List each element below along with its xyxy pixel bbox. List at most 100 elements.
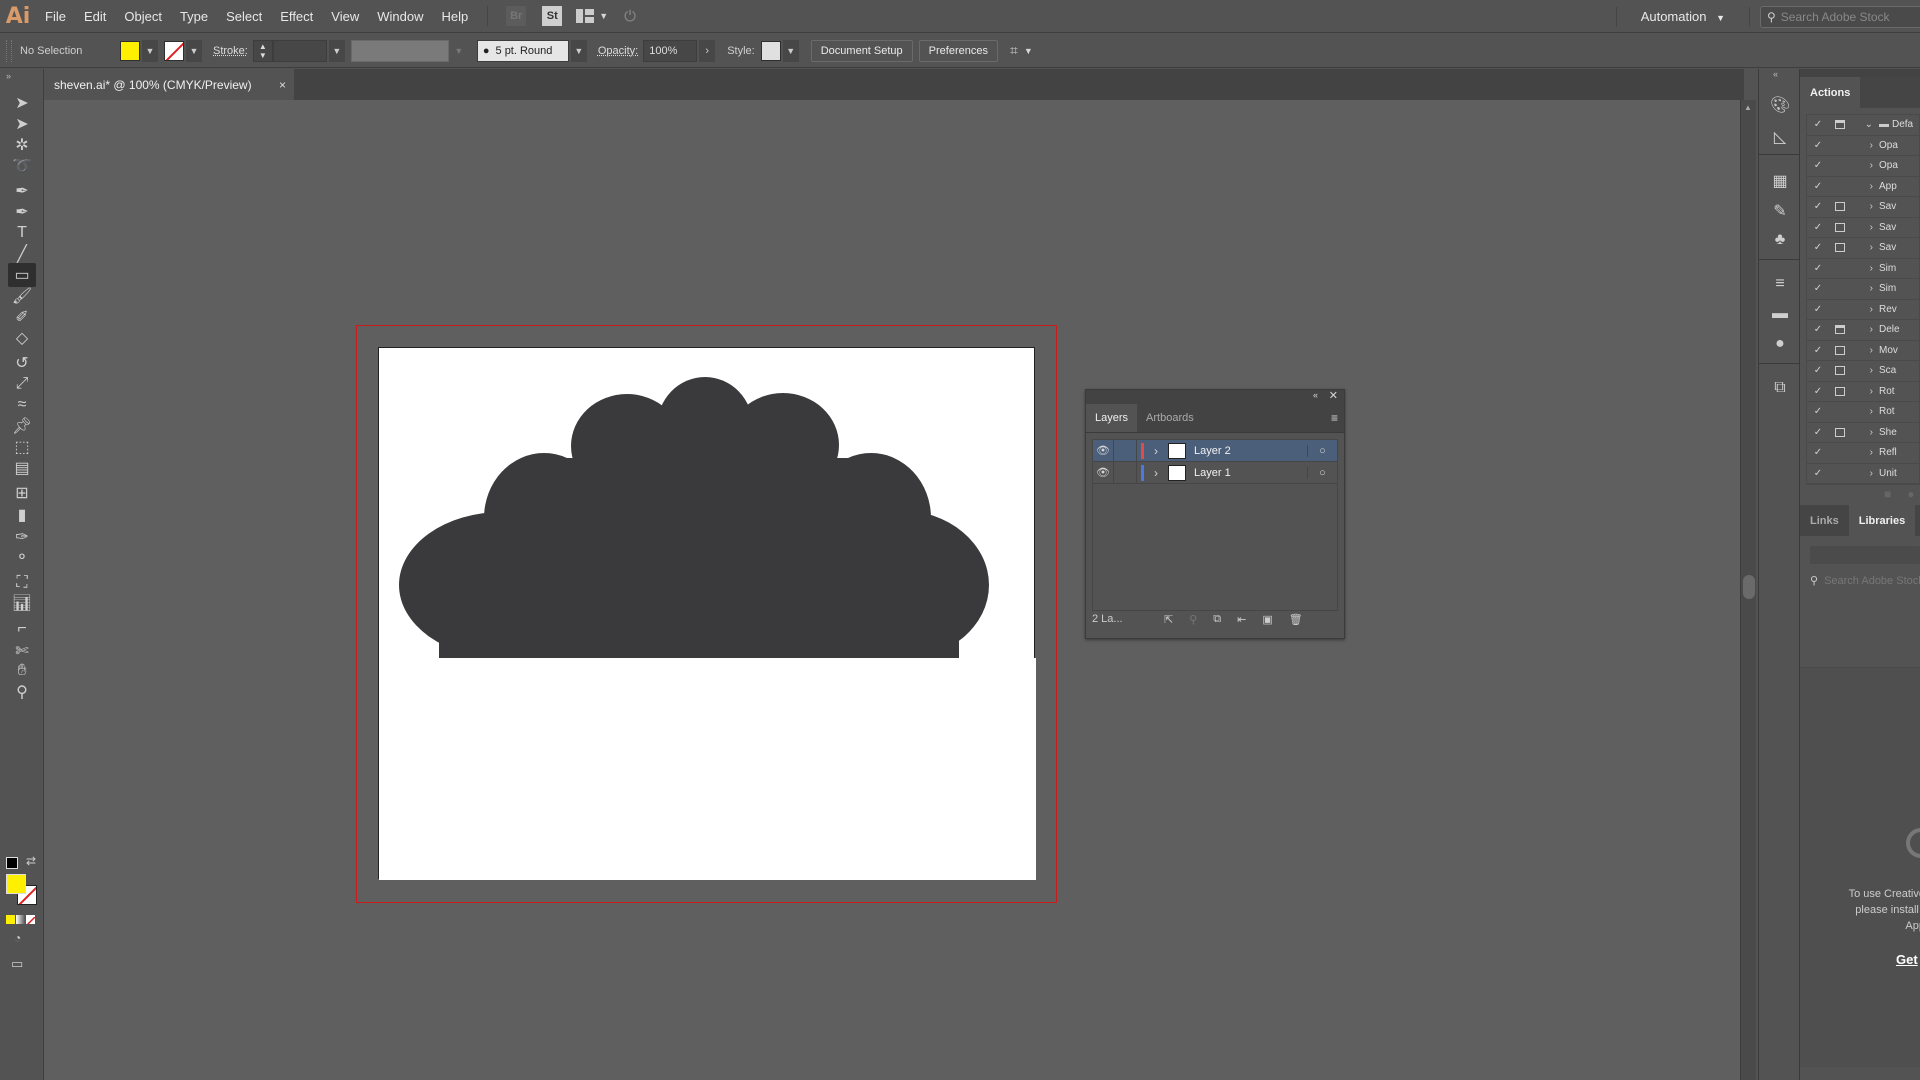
action-row[interactable]: ✓ › Rev <box>1807 300 1919 320</box>
action-row[interactable]: ✓ › Unit <box>1807 464 1919 484</box>
lock-toggle[interactable] <box>1113 461 1137 484</box>
artboard-tool[interactable]: ⌐ <box>8 617 36 641</box>
chevron-right-icon[interactable]: › <box>1851 365 1879 376</box>
lock-toggle[interactable] <box>1113 439 1137 462</box>
chevron-right-icon[interactable]: › <box>1851 263 1879 274</box>
menu-type[interactable]: Type <box>171 9 217 24</box>
chevron-right-icon[interactable]: › <box>1851 345 1879 356</box>
collapse-toolbar-icon[interactable]: » <box>6 71 11 81</box>
stroke-label[interactable]: Stroke: <box>213 45 248 57</box>
chevron-right-icon[interactable]: › <box>1144 466 1168 480</box>
action-row[interactable]: ✓ › Sav <box>1807 238 1919 259</box>
target-icon[interactable]: ○ <box>1307 466 1337 479</box>
action-row[interactable]: ✓ › App <box>1807 177 1919 197</box>
toggle-item-icon[interactable]: ✓ <box>1807 427 1829 438</box>
color-guide-icon[interactable]: ◺ <box>1770 127 1790 147</box>
action-row[interactable]: ✓ › Sim <box>1807 279 1919 300</box>
collapse-icon[interactable]: « <box>1313 390 1318 400</box>
chevron-down-icon[interactable]: ⌄ <box>1851 119 1879 130</box>
dialog-toggle[interactable] <box>1829 243 1851 253</box>
lasso-tool[interactable]: ➰ <box>8 154 36 178</box>
action-row[interactable]: ✓ › Sav <box>1807 197 1919 218</box>
make-clipping-mask-icon[interactable]: ⧉ <box>1213 613 1221 626</box>
library-select[interactable] <box>1810 546 1920 564</box>
tab-libraries[interactable]: Libraries <box>1848 505 1916 536</box>
variable-width-profile[interactable] <box>350 39 449 62</box>
tab-actions[interactable]: Actions <box>1800 77 1861 108</box>
action-row[interactable]: ✓ › Sav <box>1807 218 1919 238</box>
color-palette-icon[interactable]: 🎨︎ <box>1770 95 1790 115</box>
chevron-right-icon[interactable]: › <box>1851 324 1879 335</box>
scroll-up-icon[interactable]: ▲ <box>1744 103 1752 112</box>
layer-row[interactable]: 👁︎ › Layer 1 ○ <box>1093 461 1337 484</box>
toggle-item-icon[interactable]: ✓ <box>1807 468 1829 479</box>
delete-icon[interactable]: 🗑︎ <box>1289 613 1303 626</box>
scrollbar-thumb[interactable] <box>1743 575 1755 599</box>
fill-color-box[interactable] <box>6 874 26 894</box>
menu-help[interactable]: Help <box>432 9 477 24</box>
brush-dropdown[interactable]: ▼ <box>570 39 587 62</box>
arrange-documents-icon[interactable]: ▼ <box>576 9 608 23</box>
dialog-toggle[interactable] <box>1829 325 1851 335</box>
tab-artboards[interactable]: Artboards <box>1137 404 1203 432</box>
close-tab-icon[interactable]: × <box>279 78 286 92</box>
menu-view[interactable]: View <box>322 9 368 24</box>
eraser-tool[interactable]: ◇ <box>8 326 36 350</box>
transform-icon[interactable]: ⧉ <box>1770 379 1790 399</box>
action-row[interactable]: ✓ › Sim <box>1807 259 1919 279</box>
menu-file[interactable]: File <box>36 9 75 24</box>
brushes-icon[interactable]: ✎ <box>1770 201 1790 221</box>
toggle-item-icon[interactable]: ✓ <box>1807 222 1829 233</box>
toggle-item-icon[interactable]: ✓ <box>1807 406 1829 417</box>
menu-edit[interactable]: Edit <box>75 9 115 24</box>
graphic-style-swatch[interactable] <box>760 40 781 61</box>
visibility-eye-icon[interactable]: 👁︎ <box>1093 466 1113 479</box>
zoom-tool[interactable]: ⚲ <box>8 680 36 704</box>
stroke-weight-dropdown[interactable]: ▼ <box>328 39 345 62</box>
toggle-item-icon[interactable]: ✓ <box>1807 447 1829 458</box>
toggle-item-icon[interactable]: ✓ <box>1807 140 1829 151</box>
stock-search-input[interactable]: ⚲ Search Adobe Stock <box>1760 5 1920 28</box>
dialog-toggle[interactable] <box>1829 427 1851 437</box>
chevron-right-icon[interactable]: › <box>1851 201 1879 212</box>
stroke-weight-input[interactable] <box>272 39 327 62</box>
dialog-toggle[interactable] <box>1829 345 1851 355</box>
collapse-panels-icon[interactable] <box>1800 69 1920 77</box>
create-sublayer-icon[interactable]: ⇤ <box>1237 613 1246 626</box>
brush-definition[interactable]: ● 5 pt. Round <box>476 39 569 62</box>
menu-object[interactable]: Object <box>115 9 171 24</box>
swap-fill-stroke-icon[interactable]: ⇄ <box>26 854 36 868</box>
opacity-expand[interactable]: › <box>699 39 716 62</box>
document-tab[interactable]: sheven.ai* @ 100% (CMYK/Preview) × <box>44 69 294 100</box>
chevron-down-icon[interactable]: ▼ <box>1024 46 1033 56</box>
opacity-input[interactable]: 100% <box>643 39 698 62</box>
toggle-item-icon[interactable]: ✓ <box>1807 304 1829 315</box>
cloud-artwork[interactable] <box>379 348 1036 880</box>
drawing-mode-icon[interactable]: ◔ <box>14 931 21 945</box>
transform-align-icon[interactable]: ⌗ <box>1010 42 1018 59</box>
chevron-right-icon[interactable]: › <box>1851 386 1879 397</box>
toggle-item-icon[interactable]: ✓ <box>1807 242 1829 253</box>
action-row[interactable]: ✓ › Dele <box>1807 320 1919 341</box>
toggle-item-icon[interactable]: ✓ <box>1807 263 1829 274</box>
target-icon[interactable]: ○ <box>1307 444 1337 457</box>
action-row[interactable]: ✓ › Refl <box>1807 443 1919 464</box>
symbols-icon[interactable]: ♣ <box>1770 231 1790 251</box>
action-row[interactable]: ✓ › Mov <box>1807 341 1919 361</box>
gradient-icon[interactable]: ▬ <box>1770 305 1790 325</box>
menu-window[interactable]: Window <box>368 9 432 24</box>
panel-grip[interactable] <box>6 39 12 62</box>
color-mode-icon[interactable] <box>6 915 15 924</box>
record-icon[interactable]: ● <box>1907 487 1914 501</box>
toggle-item-icon[interactable]: ✓ <box>1807 201 1829 212</box>
toggle-item-icon[interactable]: ✓ <box>1807 160 1829 171</box>
toggle-item-icon[interactable]: ✓ <box>1807 365 1829 376</box>
library-search[interactable]: ⚲ Search Adobe Stock <box>1810 574 1920 588</box>
chevron-right-icon[interactable]: › <box>1851 427 1879 438</box>
menu-effect[interactable]: Effect <box>271 9 322 24</box>
chevron-right-icon[interactable]: › <box>1851 181 1879 192</box>
dialog-toggle[interactable] <box>1829 386 1851 396</box>
chevron-right-icon[interactable]: › <box>1851 222 1879 233</box>
mesh-tool[interactable]: ⊞ <box>8 481 36 505</box>
workspace-switcher[interactable]: Automation ▼ <box>1627 9 1739 24</box>
